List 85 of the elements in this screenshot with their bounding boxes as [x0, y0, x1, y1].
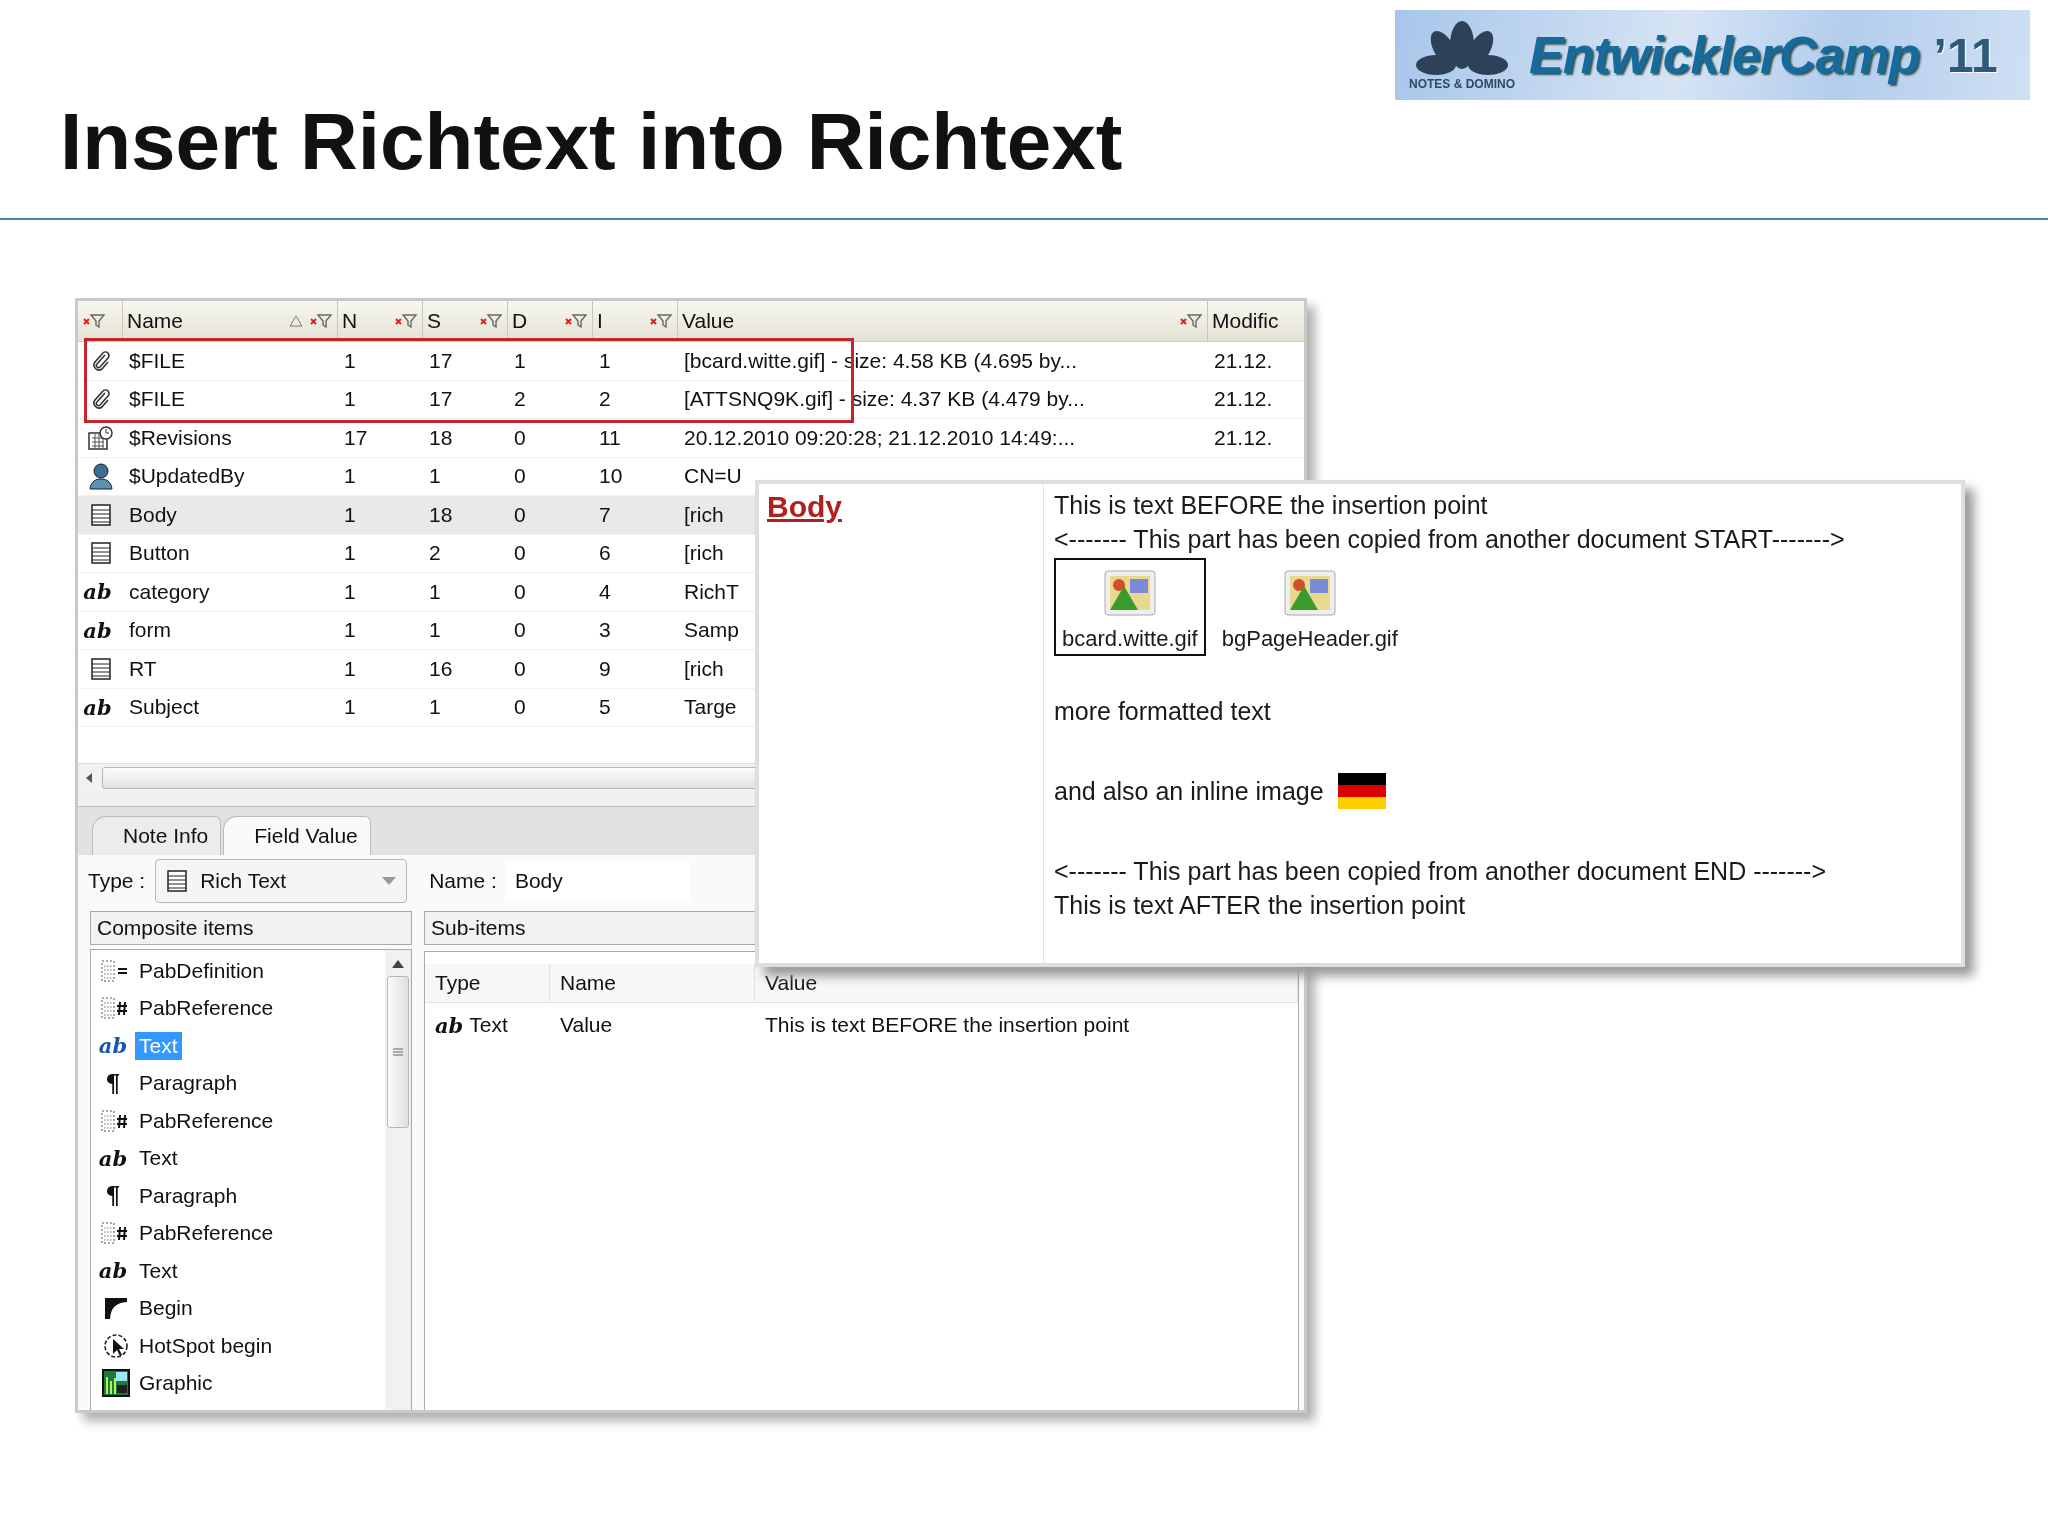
table-cell: This is text BEFORE the insertion point	[765, 1013, 1130, 1037]
table-cell: RichT	[684, 579, 739, 604]
slide-title: Insert Richtext into Richtext	[60, 102, 1123, 182]
table-cell: form	[129, 618, 171, 643]
table-cell: 21.12.	[1214, 348, 1273, 373]
table-cell: $FILE	[129, 387, 186, 412]
table-cell: 4	[599, 579, 611, 604]
table-cell: 1	[514, 348, 526, 373]
table-cell: 11	[599, 425, 621, 450]
table-cell: 1	[599, 348, 611, 373]
logo-tagline: NOTES & DOMINO	[1409, 77, 1515, 91]
table-cell: $Revisions	[129, 425, 232, 450]
type-glyph: ab	[83, 579, 112, 605]
table-cell: [rich	[684, 541, 724, 566]
table-cell: 21.12.	[1214, 425, 1273, 450]
table-cell: 0	[514, 579, 526, 604]
table-cell: $UpdatedBy	[129, 464, 245, 489]
table-cell: 1	[344, 579, 356, 604]
field-label: Name :	[429, 869, 497, 893]
table-cell: $FILE	[129, 348, 186, 373]
table-cell: Targe	[684, 695, 737, 720]
table-cell: 17	[344, 425, 368, 450]
table-cell: 20.12.2010 09:20:28; 21.12.2010 14:49:...	[684, 425, 1076, 450]
table-cell: 2	[599, 387, 611, 412]
table-cell: 1	[344, 541, 356, 566]
table-cell: 0	[514, 464, 526, 489]
table-cell: 18	[429, 502, 453, 527]
type-glyph: ab	[83, 617, 112, 643]
type-glyph: ¶	[105, 1181, 121, 1211]
table-cell: [rich	[684, 502, 724, 527]
table-cell: Value	[560, 1013, 613, 1037]
table-cell: 10	[599, 464, 623, 489]
logo-brand: EntwicklerCamp	[1529, 25, 1920, 85]
logo-edition: ’11	[1933, 27, 1998, 83]
body-text: more formatted text	[1054, 697, 1271, 725]
table-cell: [ATTSNQ9K.gif] - size: 4.37 KB (4.479 by...	[684, 387, 1085, 412]
table-cell: 1	[344, 656, 356, 681]
panel-header: Composite items	[90, 911, 412, 945]
table-cell: 3	[599, 618, 611, 643]
table-cell: 1	[344, 618, 356, 643]
table-cell: Text	[469, 1013, 508, 1037]
table-cell: 1	[429, 579, 441, 604]
table-cell: 0	[514, 425, 526, 450]
table-cell: 2	[429, 541, 441, 566]
table-cell: Samp	[684, 618, 739, 643]
table-cell: 2	[514, 387, 526, 412]
table-cell: 1	[344, 464, 356, 489]
table-cell: 1	[344, 502, 356, 527]
table-cell: RT	[129, 656, 157, 681]
body-text: and also an inline image	[1054, 776, 1324, 807]
table-cell: 1	[344, 695, 356, 720]
table-cell: 18	[429, 425, 453, 450]
table-cell: category	[129, 579, 210, 604]
table-cell: Button	[129, 541, 190, 566]
table-cell: [rich	[684, 656, 724, 681]
table-cell: 21.12.	[1214, 387, 1273, 412]
table-cell: 9	[599, 656, 611, 681]
table-cell: 1	[429, 464, 441, 489]
table-cell: 1	[429, 695, 441, 720]
table-cell: 0	[514, 618, 526, 643]
table-cell: 5	[599, 695, 611, 720]
table-cell: 17	[429, 348, 453, 373]
table-cell: CN=U	[684, 464, 742, 489]
type-glyph: ab	[98, 1033, 128, 1059]
table-cell: 1	[429, 618, 441, 643]
table-cell: 1	[344, 387, 356, 412]
type-glyph: ¶	[105, 1068, 121, 1098]
body-text: <------- This part has been copied from another document END ------->	[1054, 857, 1827, 885]
table-cell: 0	[514, 502, 526, 527]
body-text: This is text AFTER the insertion point	[1054, 891, 1466, 919]
table-cell: 0	[514, 656, 526, 681]
field-label: Type :	[88, 869, 146, 893]
table-cell: Subject	[129, 695, 200, 720]
table-cell: 6	[599, 541, 611, 566]
table-cell: 17	[429, 387, 453, 412]
table-cell: 1	[344, 348, 356, 373]
type-glyph: ab	[435, 1012, 464, 1038]
table-cell: 16	[429, 656, 453, 681]
type-glyph: ab	[98, 1145, 128, 1171]
type-glyph: ab	[83, 694, 112, 720]
table-cell: 0	[514, 541, 526, 566]
table-cell: 0	[514, 695, 526, 720]
table-cell: Body	[129, 502, 177, 527]
table-cell: 7	[599, 502, 611, 527]
type-glyph: ab	[98, 1258, 128, 1284]
